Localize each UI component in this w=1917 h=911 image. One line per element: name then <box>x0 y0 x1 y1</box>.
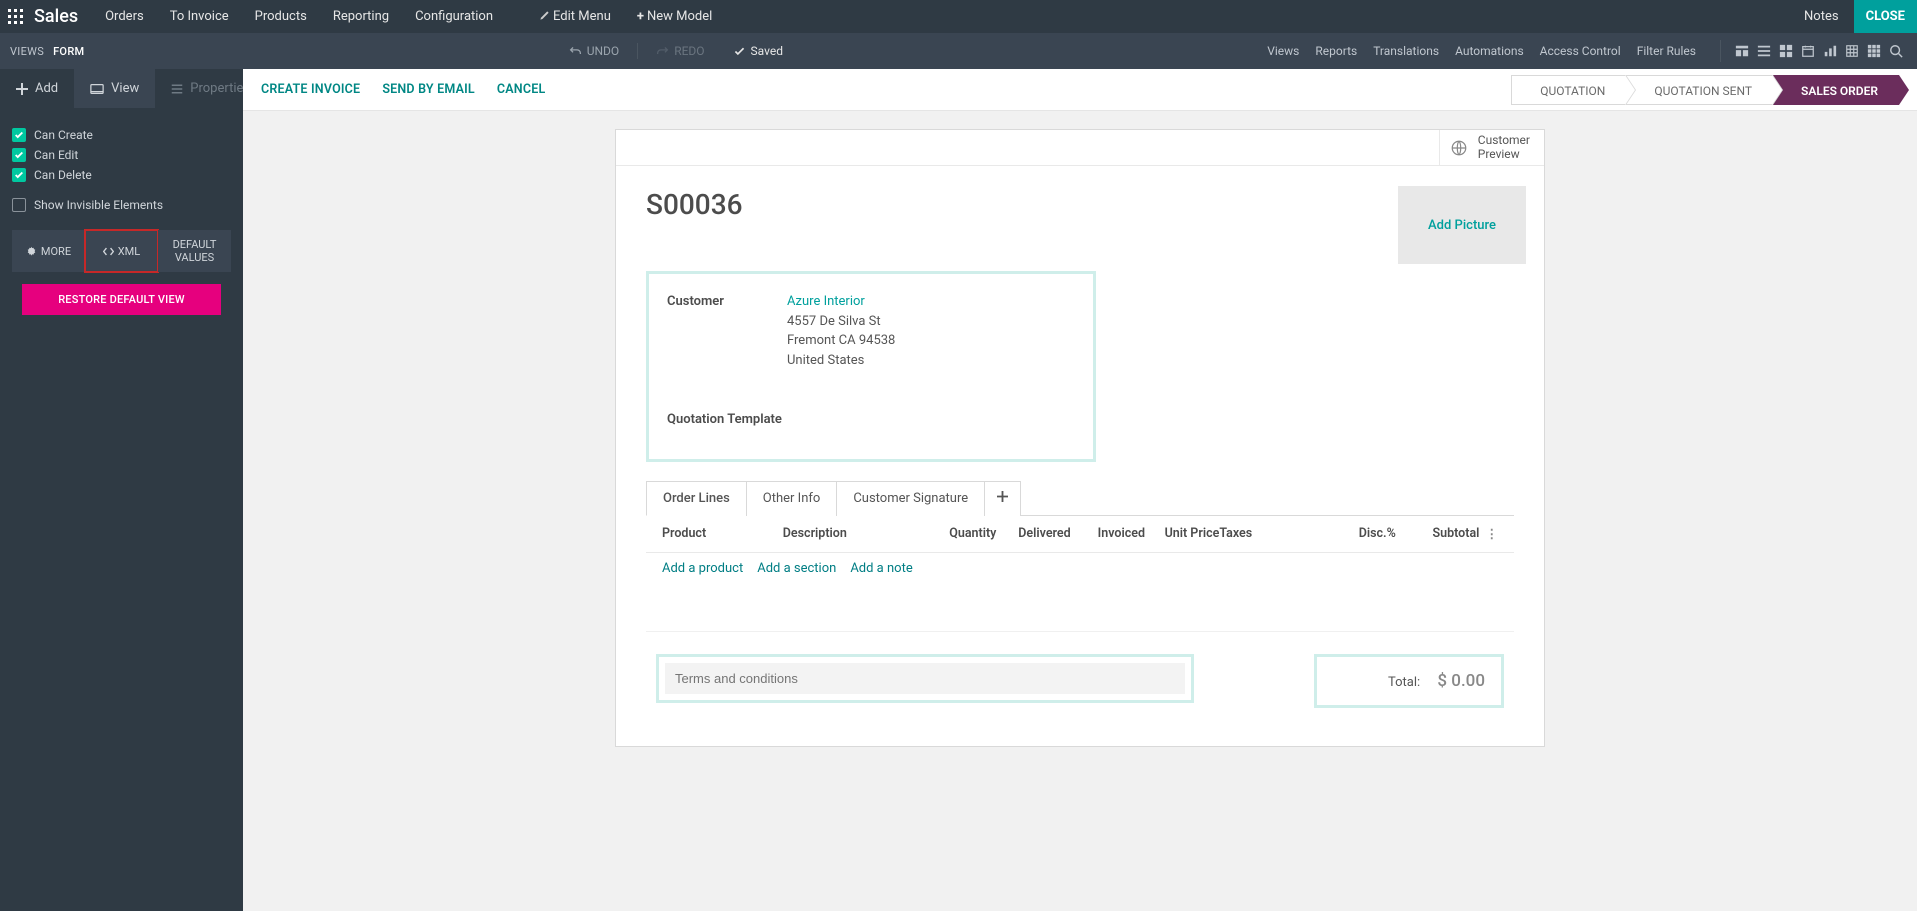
tab-view[interactable]: View <box>74 69 155 108</box>
menu-edit-menu[interactable]: Edit Menu <box>526 0 624 33</box>
default-values-label: DEFAULT VALUES <box>162 238 227 264</box>
add-product-link[interactable]: Add a product <box>662 561 743 576</box>
can-edit-checkbox[interactable]: Can Edit <box>12 148 231 162</box>
quotation-template-label: Quotation Template <box>667 410 782 427</box>
status-quotation-sent[interactable]: QUOTATION SENT <box>1626 75 1773 105</box>
order-number: S00036 <box>646 188 1514 221</box>
redo-label: REDO <box>674 44 704 58</box>
cancel-button[interactable]: CANCEL <box>497 82 546 97</box>
show-invisible-checkbox[interactable]: Show Invisible Elements <box>12 198 231 212</box>
show-invisible-label: Show Invisible Elements <box>34 198 163 212</box>
saved-label: Saved <box>751 44 783 58</box>
view-list-icon[interactable] <box>1753 40 1775 62</box>
link-translations[interactable]: Translations <box>1373 44 1439 58</box>
undo-label: UNDO <box>587 44 619 58</box>
tab-add[interactable]: Add <box>0 69 74 108</box>
search-icon[interactable] <box>1885 40 1907 62</box>
customer-preview-label-1: Customer <box>1478 134 1530 148</box>
link-filter-rules[interactable]: Filter Rules <box>1637 44 1696 58</box>
col-unit-price: Unit Price <box>1145 526 1219 542</box>
breadcrumb-form: FORM <box>53 45 84 58</box>
xml-button[interactable]: XML <box>85 230 158 272</box>
col-quantity: Quantity <box>922 526 996 542</box>
menu-reporting[interactable]: Reporting <box>320 0 402 33</box>
total-value: $ 0.00 <box>1437 671 1485 691</box>
view-pivot-icon[interactable] <box>1841 40 1863 62</box>
default-values-button[interactable]: DEFAULT VALUES <box>158 230 231 272</box>
apps-icon[interactable] <box>0 9 30 24</box>
add-note-link[interactable]: Add a note <box>850 561 912 576</box>
tab-customer-signature[interactable]: Customer Signature <box>836 481 985 516</box>
new-model-label: New Model <box>647 9 712 24</box>
col-menu-icon[interactable]: ⋮ <box>1479 526 1498 542</box>
view-calendar-icon[interactable] <box>1797 40 1819 62</box>
col-delivered: Delivered <box>996 526 1070 542</box>
more-label: MORE <box>41 245 71 258</box>
terms-input[interactable] <box>665 663 1185 694</box>
address-line-3: United States <box>787 353 864 368</box>
tab-order-lines[interactable]: Order Lines <box>646 481 747 516</box>
status-quotation[interactable]: QUOTATION <box>1511 75 1626 105</box>
menu-new-model[interactable]: +New Model <box>624 0 725 33</box>
menu-products[interactable]: Products <box>242 0 320 33</box>
create-invoice-button[interactable]: CREATE INVOICE <box>261 82 360 97</box>
redo-button[interactable]: REDO <box>656 44 704 58</box>
col-invoiced: Invoiced <box>1071 526 1145 542</box>
more-button[interactable]: MORE <box>12 230 85 272</box>
link-automations[interactable]: Automations <box>1455 44 1524 58</box>
can-create-checkbox[interactable]: Can Create <box>12 128 231 142</box>
link-access-control[interactable]: Access Control <box>1540 44 1621 58</box>
col-disc: Disc.% <box>1331 526 1396 542</box>
undo-button[interactable]: UNDO <box>569 44 619 58</box>
link-views[interactable]: Views <box>1267 44 1299 58</box>
customer-link[interactable]: Azure Interior <box>787 294 865 309</box>
breadcrumb-views[interactable]: VIEWS <box>10 45 44 58</box>
menu-configuration[interactable]: Configuration <box>402 0 506 33</box>
tab-add-icon[interactable] <box>984 481 1021 516</box>
can-delete-checkbox[interactable]: Can Delete <box>12 168 231 182</box>
can-delete-label: Can Delete <box>34 168 92 182</box>
notes-link[interactable]: Notes <box>1789 9 1854 24</box>
globe-icon <box>1450 139 1468 157</box>
col-description: Description <box>783 526 922 542</box>
view-form-icon[interactable] <box>1731 40 1753 62</box>
address-line-2: Fremont CA 94538 <box>787 333 895 348</box>
can-edit-label: Can Edit <box>34 148 78 162</box>
col-product: Product <box>662 526 783 542</box>
menu-to-invoice[interactable]: To Invoice <box>157 0 242 33</box>
close-button[interactable]: CLOSE <box>1854 0 1917 33</box>
menu-orders[interactable]: Orders <box>92 0 157 33</box>
view-grid-icon[interactable] <box>1863 40 1885 62</box>
tab-props-label: Properties <box>190 81 250 96</box>
can-create-label: Can Create <box>34 128 93 142</box>
send-by-email-button[interactable]: SEND BY EMAIL <box>382 82 475 97</box>
col-subtotal: Subtotal <box>1396 526 1480 542</box>
customer-label: Customer <box>667 292 787 370</box>
xml-label: XML <box>118 245 140 258</box>
customer-preview-label-2: Preview <box>1478 148 1530 162</box>
address-line-1: 4557 De Silva St <box>787 314 881 329</box>
edit-menu-label: Edit Menu <box>553 9 611 24</box>
saved-status: Saved <box>733 44 783 58</box>
add-section-link[interactable]: Add a section <box>757 561 836 576</box>
status-sales-order[interactable]: SALES ORDER <box>1773 75 1899 105</box>
view-graph-icon[interactable] <box>1819 40 1841 62</box>
tab-add-label: Add <box>35 81 58 96</box>
tab-other-info[interactable]: Other Info <box>746 481 838 516</box>
customer-preview-button[interactable]: Customer Preview <box>1439 130 1544 165</box>
total-label: Total: <box>1388 675 1420 690</box>
link-reports[interactable]: Reports <box>1315 44 1357 58</box>
view-kanban-icon[interactable] <box>1775 40 1797 62</box>
brand: Sales <box>30 6 92 27</box>
restore-default-view-button[interactable]: RESTORE DEFAULT VIEW <box>22 284 221 315</box>
tab-view-label: View <box>111 81 139 96</box>
col-taxes: Taxes <box>1219 526 1330 542</box>
